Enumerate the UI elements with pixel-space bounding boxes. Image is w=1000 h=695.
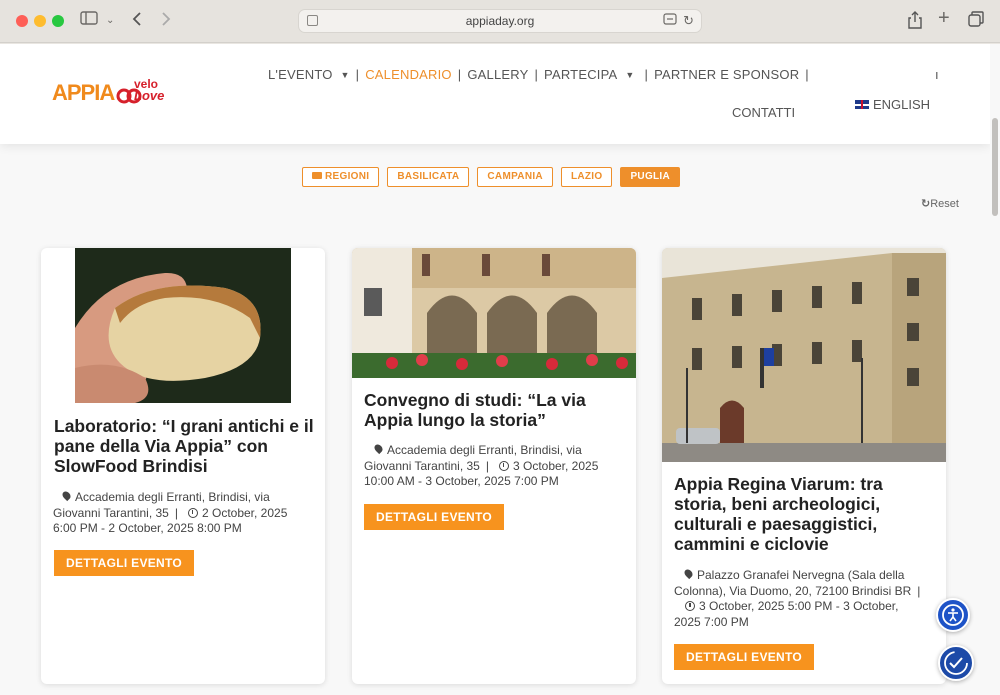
nav-separator: | bbox=[644, 67, 649, 82]
event-details-button[interactable]: DETTAGLI EVENTO bbox=[364, 504, 505, 530]
clock-icon bbox=[685, 601, 695, 611]
accessibility-widget-button[interactable] bbox=[938, 645, 974, 681]
event-title[interactable]: Appia Regina Viarum: tra storia, beni ar… bbox=[674, 474, 939, 554]
nav-item-evento[interactable]: L'EVENTO ▼ bbox=[268, 67, 350, 82]
page-content: APPIA velo Love L'EVENTO ▼ | CALENDARIO | GAL… bbox=[0, 44, 1000, 695]
clock-icon bbox=[498, 460, 509, 471]
site-logo[interactable]: APPIA velo Love bbox=[52, 78, 174, 114]
nav-separator: | bbox=[534, 67, 539, 82]
nav-item-calendario[interactable]: CALENDARIO bbox=[365, 67, 452, 82]
event-image-bread[interactable] bbox=[75, 248, 291, 403]
new-tab-icon[interactable]: + bbox=[938, 8, 950, 28]
browser-toolbar: ⌄ appiaday.org ↻ + bbox=[0, 0, 1000, 43]
reload-icon[interactable]: ↻ bbox=[683, 13, 694, 29]
accessibility-person-icon bbox=[942, 604, 964, 626]
event-meta: Accademia degli Erranti, Brindisi, via G… bbox=[53, 489, 288, 535]
filter-basilicata[interactable]: BASILICATA bbox=[387, 167, 470, 187]
accessibility-check-icon bbox=[944, 651, 968, 675]
nav-item-partner-sponsor[interactable]: PARTNER E SPONSOR bbox=[654, 67, 799, 82]
chevron-down-icon: ▼ bbox=[340, 70, 350, 80]
back-arrow-icon[interactable] bbox=[132, 11, 142, 33]
event-meta: Accademia degli Erranti, Brindisi, via G… bbox=[364, 442, 599, 488]
forward-arrow-icon[interactable] bbox=[161, 11, 171, 33]
event-image-palazzo[interactable] bbox=[662, 248, 946, 462]
reset-filters-link[interactable]: ↻Reset bbox=[921, 197, 959, 210]
nav-separator: | bbox=[805, 67, 809, 82]
location-pin-icon bbox=[682, 567, 695, 580]
nav-item-partecipa[interactable]: PARTECIPA ▼ bbox=[544, 67, 634, 82]
share-icon[interactable] bbox=[908, 11, 922, 35]
language-switcher[interactable]: ENGLISH bbox=[855, 97, 930, 112]
sidebar-toggle-icon[interactable] bbox=[80, 11, 98, 31]
scrollbar-thumb[interactable] bbox=[992, 118, 998, 216]
filter-puglia[interactable]: PUGLIA bbox=[620, 167, 681, 187]
tab-overview-icon[interactable] bbox=[968, 11, 984, 33]
region-filters: REGIONI BASILICATA CAMPANIA LAZIO PUGLIA bbox=[302, 167, 681, 187]
translate-icon[interactable] bbox=[663, 13, 677, 30]
chevron-down-icon: ▼ bbox=[625, 70, 635, 80]
logo-love-text: Love bbox=[134, 88, 165, 103]
location-pin-icon bbox=[372, 442, 385, 455]
reset-icon: ↻ bbox=[921, 198, 931, 210]
event-card: Convegno di studi: “La via Appia lungo l… bbox=[352, 248, 636, 684]
main-navigation: L'EVENTO ▼ | CALENDARIO | GALLERY | PARTECIPA ▼ |… bbox=[268, 67, 815, 82]
folder-icon bbox=[312, 172, 322, 179]
accessibility-button[interactable] bbox=[936, 598, 970, 632]
location-pin-icon bbox=[60, 489, 73, 502]
logo-appia-text: APPIA bbox=[52, 80, 115, 105]
nav-separator: | bbox=[457, 67, 462, 82]
filter-lazio[interactable]: LAZIO bbox=[560, 167, 613, 187]
nav-separator: ı bbox=[935, 67, 939, 82]
event-card: Appia Regina Viarum: tra storia, beni ar… bbox=[662, 248, 946, 684]
filter-regioni[interactable]: REGIONI bbox=[302, 167, 380, 187]
event-meta: Palazzo Granafei Nervegna (Sala della Co… bbox=[674, 567, 921, 629]
event-details-button[interactable]: DETTAGLI EVENTO bbox=[54, 550, 195, 576]
chevron-down-icon[interactable]: ⌄ bbox=[106, 11, 114, 31]
event-title[interactable]: Laboratorio: “I grani antichi e il pane … bbox=[54, 416, 319, 476]
uk-flag-icon bbox=[855, 100, 869, 109]
event-details-button[interactable]: DETTAGLI EVENTO bbox=[674, 644, 815, 670]
event-card: Laboratorio: “I grani antichi e il pane … bbox=[41, 248, 325, 684]
address-bar[interactable]: appiaday.org ↻ bbox=[298, 9, 702, 33]
nav-separator: | bbox=[355, 67, 360, 82]
nav-item-gallery[interactable]: GALLERY bbox=[467, 67, 528, 82]
event-title[interactable]: Convegno di studi: “La via Appia lungo l… bbox=[364, 390, 629, 430]
site-header: APPIA velo Love L'EVENTO ▼ | CALENDARIO | GAL… bbox=[0, 44, 990, 144]
minimize-window-button[interactable] bbox=[34, 15, 46, 27]
close-window-button[interactable] bbox=[16, 15, 28, 27]
filter-campania[interactable]: CAMPANIA bbox=[477, 167, 553, 187]
url-text: appiaday.org bbox=[465, 14, 535, 28]
zoom-window-button[interactable] bbox=[52, 15, 64, 27]
nav-item-contatti[interactable]: CONTATTI bbox=[732, 105, 795, 120]
event-image-courtyard[interactable] bbox=[352, 248, 636, 378]
clock-icon bbox=[187, 507, 198, 518]
